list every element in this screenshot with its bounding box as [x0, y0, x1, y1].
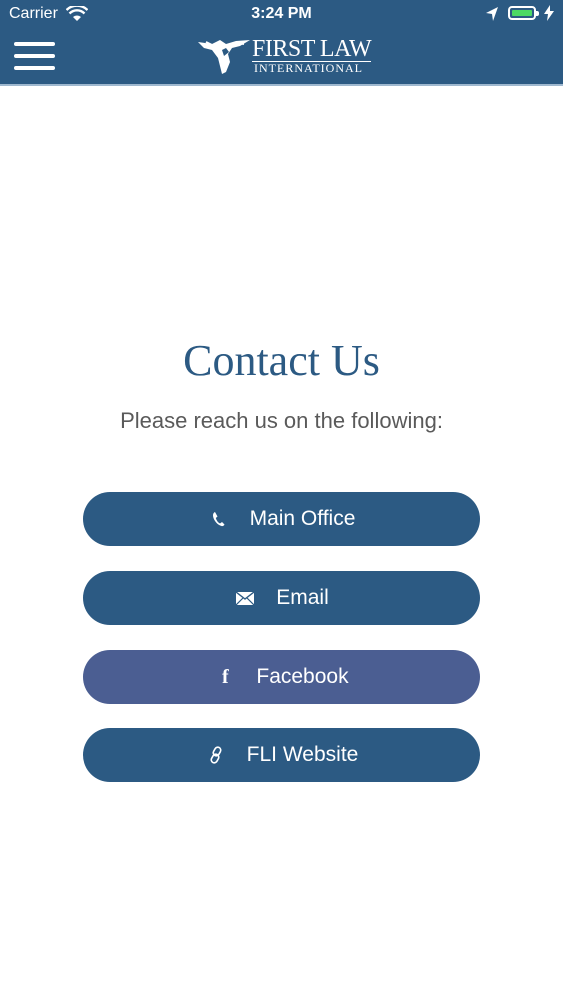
- hamburger-menu-icon: [14, 54, 55, 58]
- status-time: 3:24 PM: [251, 5, 312, 22]
- email-button[interactable]: Email: [83, 571, 480, 625]
- facebook-icon: f: [222, 665, 229, 688]
- battery-icon: [508, 6, 539, 20]
- link-icon: [205, 744, 227, 766]
- fli-website-label: FLI Website: [246, 743, 359, 766]
- fli-website-button[interactable]: FLI Website: [83, 728, 480, 782]
- main-office-label: Main Office: [249, 507, 356, 530]
- charging-bolt-icon: [544, 5, 554, 21]
- menu-button[interactable]: [14, 42, 56, 72]
- first-law-logo: FIRST LAW INTERNATIONAL: [196, 36, 372, 78]
- page-subtitle: Please reach us on the following:: [120, 408, 443, 433]
- logo-subtitle: INTERNATIONAL: [254, 61, 363, 75]
- facebook-button[interactable]: f Facebook: [83, 650, 480, 704]
- logo-title: FIRST LAW: [252, 36, 372, 62]
- app-header: Carrier 3:24 PM FIRST LAW INTERNATIONAL: [0, 0, 563, 86]
- hamburger-menu-icon: [14, 66, 55, 70]
- status-bar: Carrier 3:24 PM: [0, 0, 563, 30]
- eagle-logo-icon: [198, 40, 250, 74]
- page-title: Contact Us: [183, 336, 380, 385]
- hamburger-menu-icon: [14, 42, 55, 46]
- envelope-icon: [234, 587, 256, 609]
- location-arrow-icon: [486, 7, 498, 21]
- phone-icon: [208, 508, 230, 530]
- facebook-label: Facebook: [256, 665, 349, 688]
- main-office-button[interactable]: Main Office: [83, 492, 480, 546]
- email-label: Email: [276, 586, 329, 609]
